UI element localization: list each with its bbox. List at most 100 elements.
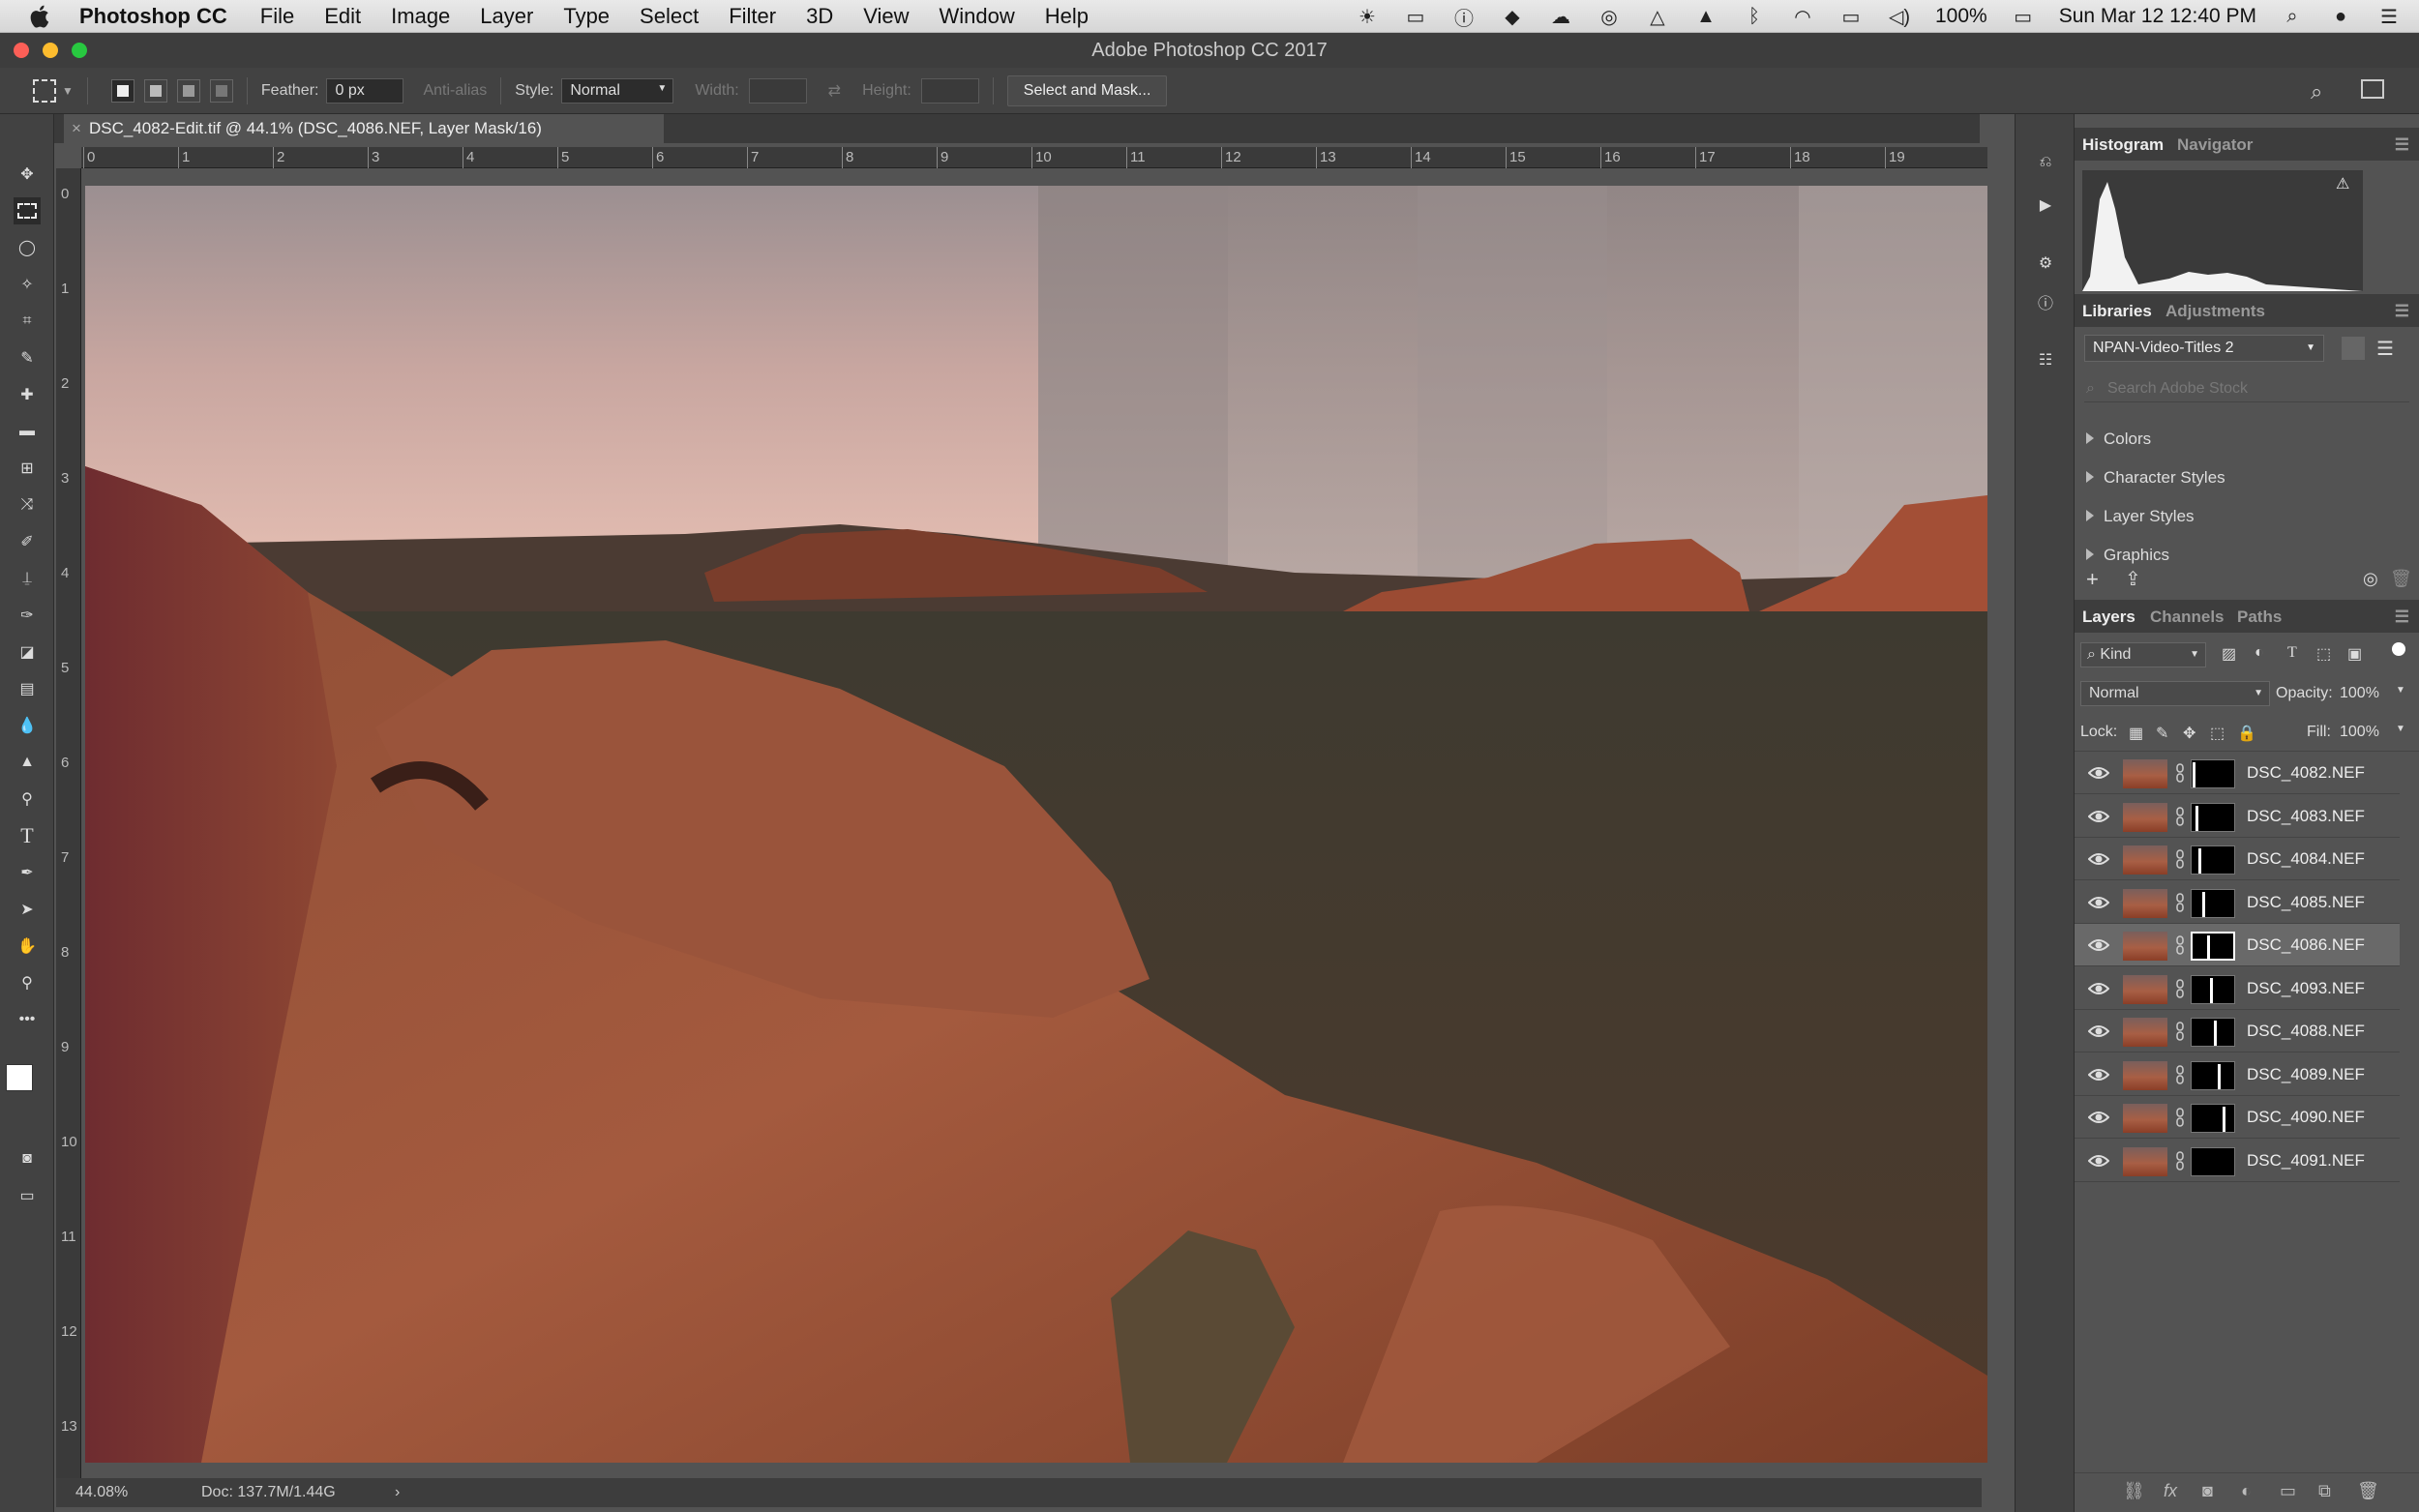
filter-pixel-icon[interactable]: ▨ (2222, 644, 2236, 664)
layer-mask-thumbnail[interactable] (2191, 1104, 2235, 1133)
menu-select[interactable]: Select (640, 4, 699, 29)
filter-adjustment-icon[interactable]: ◐ (2255, 644, 2264, 662)
properties-panel-icon[interactable]: ⚙ (2032, 250, 2059, 277)
menu-file[interactable]: File (260, 4, 294, 29)
layer-row[interactable]: DSC_4090.NEF (2075, 1096, 2400, 1139)
sharpen-tool-icon[interactable]: ▲ (14, 749, 41, 776)
cloud-icon[interactable]: ☁ (1548, 6, 1573, 28)
foreground-color-swatch[interactable] (6, 1064, 33, 1091)
clock[interactable]: Sun Mar 12 12:40 PM (2059, 5, 2256, 28)
layer-row[interactable]: DSC_4091.NEF (2075, 1140, 2400, 1182)
layer-name[interactable]: DSC_4082.NEF (2247, 763, 2365, 783)
panel-menu-icon[interactable]: ☰ (2395, 135, 2409, 155)
style-select[interactable]: Normal ▼ (561, 77, 674, 104)
visibility-eye-icon[interactable] (2087, 1065, 2110, 1084)
creative-cloud-icon[interactable]: ◎ (1597, 6, 1622, 28)
tab-layers[interactable]: Layers (2082, 608, 2135, 627)
tab-histogram[interactable]: Histogram (2082, 135, 2164, 155)
actions-panel-icon[interactable]: ▶ (2032, 192, 2059, 219)
eraser-tool-icon[interactable]: ◪ (14, 638, 41, 666)
tab-libraries[interactable]: Libraries (2082, 302, 2152, 321)
layer-row[interactable]: DSC_4088.NEF (2075, 1010, 2400, 1052)
close-tab-icon[interactable]: × (72, 114, 81, 143)
layer-mask-thumbnail[interactable] (2191, 1146, 2235, 1176)
drive-icon[interactable]: △ (1645, 6, 1670, 28)
wifi-icon[interactable]: ◠ (1790, 6, 1815, 28)
zoom-tool-icon[interactable]: ⚲ (14, 969, 41, 996)
adobe-stock-search-input[interactable]: ⌕ Search Adobe Stock (2084, 375, 2409, 402)
warning-icon[interactable]: ▲ (1693, 6, 1718, 27)
layer-name[interactable]: DSC_4088.NEF (2247, 1022, 2365, 1041)
fill-dropdown-icon[interactable]: ▼ (2396, 724, 2405, 734)
layer-style-icon[interactable]: fx (2164, 1481, 2177, 1501)
mask-link-icon[interactable] (2175, 935, 2185, 955)
visibility-eye-icon[interactable] (2087, 979, 2110, 998)
history-brush-tool-icon[interactable]: ✑ (14, 602, 41, 629)
layer-row[interactable]: DSC_4089.NEF (2075, 1053, 2400, 1096)
layer-thumbnail[interactable] (2123, 932, 2167, 961)
layer-name[interactable]: DSC_4083.NEF (2247, 807, 2365, 826)
visibility-eye-icon[interactable] (2087, 1151, 2110, 1171)
info-panel-icon[interactable]: ⓘ (2032, 288, 2059, 315)
healing-brush-tool-icon[interactable]: ✚ (14, 381, 41, 408)
mask-link-icon[interactable] (2175, 892, 2185, 912)
layer-thumbnail[interactable] (2123, 845, 2167, 875)
menu-image[interactable]: Image (391, 4, 450, 29)
mask-link-icon[interactable] (2175, 1022, 2185, 1041)
bluetooth-icon[interactable]: ᛒ (1742, 6, 1767, 27)
cc-sync-icon[interactable]: ◎ (2363, 569, 2378, 589)
layer-thumbnail[interactable] (2123, 974, 2167, 1004)
adjustment-layer-icon[interactable]: ◐ (2241, 1481, 2252, 1501)
add-selection-icon[interactable] (143, 78, 167, 103)
visibility-eye-icon[interactable] (2087, 849, 2110, 869)
quick-mask-icon[interactable]: ◙ (14, 1145, 41, 1172)
zoom-level[interactable]: 44.08% (75, 1478, 128, 1507)
upload-icon[interactable]: ⇪ (2125, 567, 2141, 591)
dropbox-icon[interactable]: ◆ (1500, 6, 1525, 28)
shuffle-tool-icon[interactable]: ⤨ (14, 491, 41, 519)
menu-window[interactable]: Window (940, 4, 1015, 29)
more-tools-icon[interactable]: ••• (14, 1006, 41, 1033)
subtract-selection-icon[interactable] (176, 78, 200, 103)
kind-filter-select[interactable]: ⌕ Kind ▼ (2080, 642, 2206, 667)
transform-tool-icon[interactable]: ⊞ (14, 455, 41, 482)
close-window-icon[interactable] (14, 43, 29, 58)
menu-filter[interactable]: Filter (729, 4, 776, 29)
dodge-tool-icon[interactable]: ⚲ (14, 786, 41, 813)
path-selection-tool-icon[interactable]: ➤ (14, 896, 41, 923)
filter-toggle-icon[interactable] (2392, 642, 2405, 656)
new-selection-icon[interactable] (110, 78, 134, 103)
search-icon[interactable]: ⌕ (2311, 79, 2322, 104)
library-select[interactable]: NPAN-Video-Titles 2 ▼ (2084, 335, 2324, 362)
layer-thumbnail[interactable] (2123, 1018, 2167, 1047)
select-and-mask-button[interactable]: Select and Mask... (1006, 74, 1168, 106)
filter-type-icon[interactable]: T (2287, 644, 2297, 662)
spotlight-icon[interactable]: ⌕ (2280, 6, 2305, 27)
tab-paths[interactable]: Paths (2237, 608, 2282, 627)
siri-icon[interactable]: ● (2328, 6, 2353, 27)
lock-position-icon[interactable]: ✥ (2183, 724, 2195, 743)
new-group-icon[interactable]: ▭ (2280, 1481, 2296, 1501)
mask-link-icon[interactable] (2175, 849, 2185, 869)
eyedropper-tool-icon[interactable]: ✎ (14, 344, 41, 371)
visibility-eye-icon[interactable] (2087, 1108, 2110, 1127)
move-tool-icon[interactable]: ✥ (14, 161, 41, 188)
filter-smart-object-icon[interactable]: ▣ (2347, 644, 2362, 664)
layer-thumbnail[interactable] (2123, 888, 2167, 918)
workspace-icon[interactable] (2361, 79, 2384, 99)
zoom-window-icon[interactable] (72, 43, 87, 58)
layer-row[interactable]: DSC_4093.NEF (2075, 967, 2400, 1010)
visibility-eye-icon[interactable] (2087, 1022, 2110, 1041)
blur-tool-icon[interactable]: 💧 (14, 712, 41, 739)
crop-tool-icon[interactable]: ⌗ (14, 308, 41, 335)
layer-row[interactable]: DSC_4086.NEF (2075, 924, 2400, 966)
layer-comps-icon[interactable]: ☷ (2032, 346, 2059, 373)
mask-link-icon[interactable] (2175, 1150, 2185, 1171)
layer-mask-thumbnail[interactable] (2191, 1060, 2235, 1090)
feather-input[interactable]: 0 px (326, 77, 404, 104)
brush-tool-icon[interactable]: ✐ (14, 528, 41, 555)
layer-mask-thumbnail[interactable] (2191, 1018, 2235, 1047)
layer-name[interactable]: DSC_4090.NEF (2247, 1108, 2365, 1127)
layer-mask-thumbnail[interactable] (2191, 888, 2235, 918)
fill-input[interactable]: 100% (2340, 724, 2379, 741)
